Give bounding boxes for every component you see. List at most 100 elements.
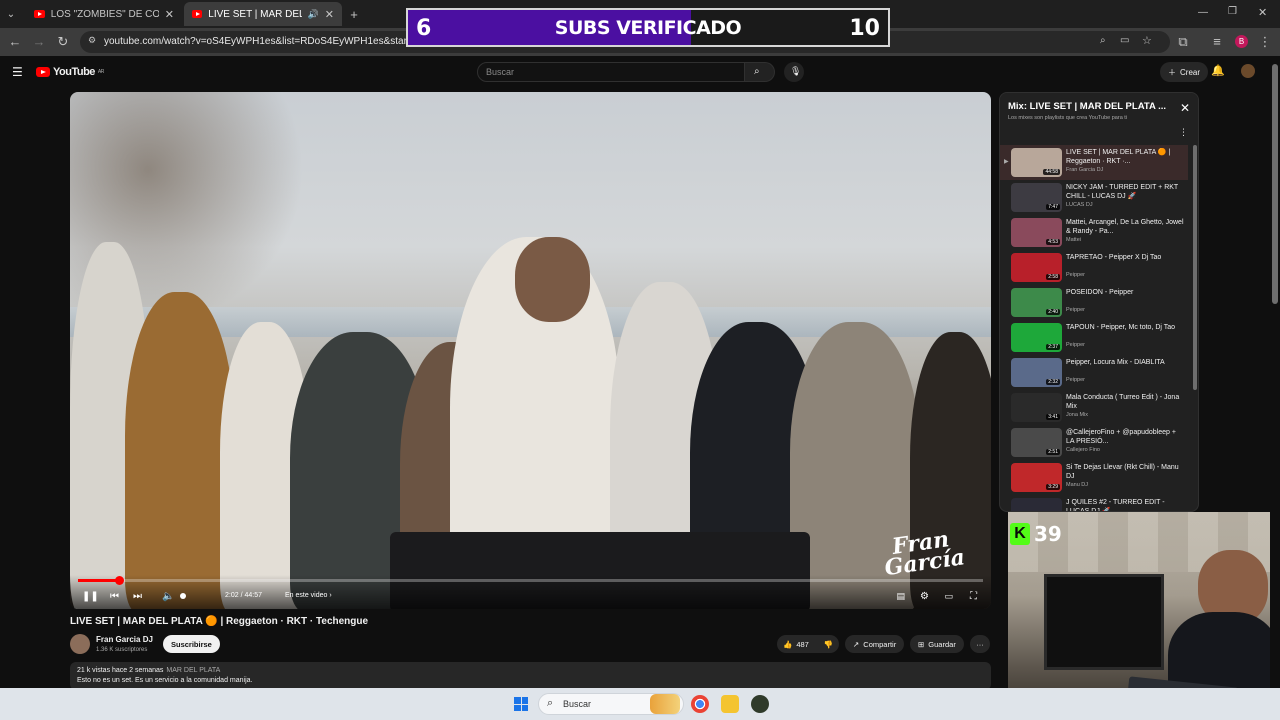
back-icon[interactable]: ← xyxy=(6,33,24,51)
thumbs-up-icon[interactable]: 👍 xyxy=(783,640,792,649)
video-player[interactable]: Fran García ❚❚ ⏮ ⏭ 🔈 2:02 / 44:57 En est… xyxy=(70,92,991,609)
chrome-icon[interactable] xyxy=(691,695,709,713)
thumbs-down-icon[interactable]: 👎 xyxy=(824,640,833,649)
subtitles-icon[interactable]: ▤ xyxy=(896,591,905,602)
playlist-menu-icon[interactable]: ⋮ xyxy=(1179,127,1188,138)
playlist-item[interactable]: 2:51 @CallejeroFino + @papudobleep + LA P… xyxy=(1000,425,1188,460)
media-icon[interactable]: ≡ xyxy=(1208,33,1226,51)
minimize-icon[interactable]: — xyxy=(1198,7,1208,18)
playlist-item[interactable]: 2:58 TAPRETAO - Peipper X Dj Tao Peipper xyxy=(1000,250,1188,285)
duration-badge: 3:29 xyxy=(1046,484,1060,490)
reload-icon[interactable]: ↻ xyxy=(54,33,72,51)
playlist-scrollbar[interactable] xyxy=(1193,145,1197,390)
duration-badge: 2:58 xyxy=(1046,274,1060,280)
playlist-item[interactable]: 7:47 NICKY JAM - TURRED EDIT + RKT CHILL … xyxy=(1000,180,1188,215)
cast-icon[interactable]: ▭ xyxy=(1120,35,1129,46)
fullscreen-icon[interactable]: ⛶ xyxy=(970,591,977,602)
playlist-item[interactable]: 2:32 Peipper, Locura Mix - DIABLITA Peippe… xyxy=(1000,355,1188,390)
volume-slider-knob[interactable] xyxy=(180,593,186,599)
site-info-icon[interactable]: ⚙ xyxy=(88,35,96,46)
mix-playlist-panel: Mix: LIVE SET | MAR DEL PLATA ... Los mi… xyxy=(999,92,1199,512)
playlist-item-channel: Manu DJ xyxy=(1066,482,1089,488)
playlist-item[interactable]: J QUILES #2 - TURREO EDIT - LUCAS DJ 🚀LU… xyxy=(1000,495,1188,512)
duration-badge: 3:41 xyxy=(1046,414,1060,420)
microphone-icon: 🎙 xyxy=(790,66,802,76)
extensions-icon[interactable]: ⧉ xyxy=(1174,33,1192,51)
app-icon[interactable] xyxy=(751,695,769,713)
playlist-item[interactable]: 2:37 TAPOUN - Peipper, Mc toto, Dj Tao Pei… xyxy=(1000,320,1188,355)
pause-icon[interactable]: ❚❚ xyxy=(82,591,99,602)
windows-start-icon[interactable] xyxy=(514,697,528,711)
account-avatar[interactable] xyxy=(1241,64,1255,78)
country-code: AR xyxy=(97,69,104,75)
chevron-down-icon: ⌄ xyxy=(6,8,16,20)
search-input[interactable]: Buscar xyxy=(477,62,745,82)
settings-gear-icon[interactable]: ⚙ xyxy=(920,591,929,602)
new-tab-button[interactable]: + xyxy=(346,2,362,26)
like-count[interactable]: 487 xyxy=(796,640,809,649)
close-window-icon[interactable]: ✕ xyxy=(1258,6,1267,19)
plus-icon: ＋ xyxy=(1168,67,1176,77)
tab-zombies[interactable]: LOS "ZOMBIES" DE CORDOBA ✕ xyxy=(26,2,182,26)
playlist-item-title: J QUILES #2 - TURREO EDIT - LUCAS DJ 🚀 xyxy=(1066,499,1165,512)
share-button[interactable]: ↗ Compartir xyxy=(845,635,905,653)
description-box[interactable]: 21 k vistas hace 2 semanas MAR DEL PLATA … xyxy=(70,662,991,690)
more-icon: ··· xyxy=(976,639,984,649)
menu-kebab-icon[interactable]: ⋮ xyxy=(1256,33,1274,51)
speaker-icon[interactable]: 🔊 xyxy=(308,9,319,20)
bookmark-star-icon[interactable]: ☆ xyxy=(1142,34,1152,47)
hamburger-menu-icon[interactable]: ☰ xyxy=(12,65,23,79)
location-tag[interactable]: MAR DEL PLATA xyxy=(166,667,220,674)
playlist-item-title: Mala Conducta ( Turreo Edit ) - Jona Mix xyxy=(1066,394,1180,410)
playlist-item[interactable]: ▶ 44:58 LIVE SET | MAR DEL PLATA 🟠 | Regga… xyxy=(1000,145,1188,180)
voice-search-button[interactable]: 🎙 xyxy=(784,62,804,82)
video-progress-bar[interactable] xyxy=(78,576,983,585)
video-title: LIVE SET | MAR DEL PLATA 🟠 | Reggaeton ·… xyxy=(70,616,369,627)
playlist-item-channel: Peipper xyxy=(1066,272,1085,278)
bookmark-icon: ⊞ xyxy=(918,639,925,649)
playlist-item[interactable]: 2:40 POSEIDON - Peipper Peipper xyxy=(1000,285,1188,320)
channel-avatar[interactable] xyxy=(70,634,90,654)
widgets-icon[interactable] xyxy=(650,694,680,714)
close-tab-icon[interactable]: ✕ xyxy=(325,8,334,21)
playlist-title: Mix: LIVE SET | MAR DEL PLATA ... xyxy=(1008,101,1167,112)
profile-avatar[interactable]: B xyxy=(1235,35,1248,48)
file-explorer-icon[interactable] xyxy=(721,695,739,713)
forward-icon[interactable]: → xyxy=(30,33,48,51)
create-button[interactable]: ＋ Crear xyxy=(1160,62,1209,82)
zoom-icon[interactable]: ⌕ xyxy=(1100,35,1106,46)
chapter-button[interactable]: En este video › xyxy=(285,592,332,599)
video-thumbnail: 7:47 xyxy=(1011,183,1062,212)
previous-icon[interactable]: ⏮ xyxy=(110,591,119,602)
miniplayer-icon[interactable]: ▭ xyxy=(944,591,953,602)
save-button[interactable]: ⊞ Guardar xyxy=(910,635,964,653)
tab-live-set[interactable]: LIVE SET | MAR DEL PLATA 🟠 🔊 ✕ xyxy=(184,2,342,26)
playlist-item[interactable]: 4:53 Mattei, Arcangel, De La Ghetto, Jowe… xyxy=(1000,215,1188,250)
viewer-badge: K 39 xyxy=(1010,522,1062,546)
volume-icon[interactable]: 🔈 xyxy=(162,591,174,602)
playlist-item-title: Mattei, Arcangel, De La Ghetto, Jowel & … xyxy=(1066,219,1184,235)
subscribe-button[interactable]: Suscribirse xyxy=(163,635,220,653)
youtube-header: ☰ YouTube AR Buscar ⌕ 🎙 ＋ Crear 🔔 xyxy=(0,56,1270,88)
restore-icon[interactable]: ❐ xyxy=(1228,6,1237,17)
playlist-item[interactable]: 3:29 Si Te Dejas Llevar (Rkt Chill) - Man… xyxy=(1000,460,1188,495)
page-scrollbar[interactable] xyxy=(1270,56,1280,688)
duration-badge: 2:32 xyxy=(1046,379,1060,385)
playlist-item-channel: Mattei xyxy=(1066,237,1081,243)
playlist-item[interactable]: 3:41 Mala Conducta ( Turreo Edit ) - Jona… xyxy=(1000,390,1188,425)
scrollbar-thumb[interactable] xyxy=(1272,64,1278,304)
tab-search-button[interactable]: ⌄ xyxy=(4,2,18,26)
playlist-subtitle: Los mixes son playlists que crea YouTube… xyxy=(1008,115,1128,121)
channel-name[interactable]: Fran Garcia DJ xyxy=(96,635,153,644)
more-actions-button[interactable]: ··· xyxy=(970,635,990,653)
url-text: youtube.com/watch?v=oS4EyWPH1es&list=RDo… xyxy=(104,36,424,47)
video-thumbnail: 2:51 xyxy=(1011,428,1062,457)
close-tab-icon[interactable]: ✕ xyxy=(165,8,174,21)
notifications-bell-icon[interactable]: 🔔 xyxy=(1210,64,1226,80)
progress-scrubber[interactable] xyxy=(114,576,124,585)
youtube-logo[interactable]: YouTube AR xyxy=(36,66,104,78)
next-icon[interactable]: ⏭ xyxy=(133,591,142,602)
duration-badge: 44:58 xyxy=(1043,169,1060,175)
close-icon[interactable]: ✕ xyxy=(1180,101,1190,115)
search-button[interactable]: ⌕ xyxy=(745,62,775,82)
